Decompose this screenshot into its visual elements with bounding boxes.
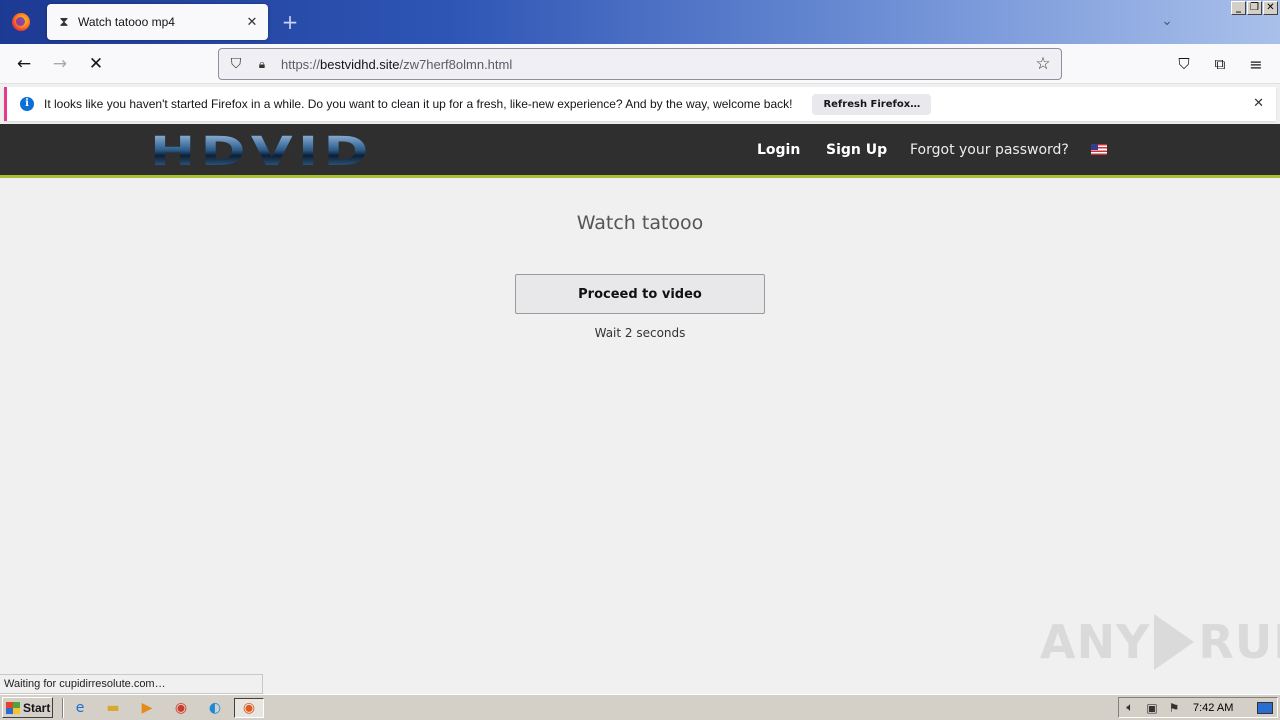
chevron-down-icon[interactable]: ⌄ — [1156, 10, 1178, 32]
wait-countdown: Wait 2 seconds — [594, 326, 686, 340]
play-icon — [1154, 614, 1195, 670]
restore-button[interactable]: ❐ — [1247, 1, 1262, 15]
window-controls: _ ❐ ✕ — [1231, 1, 1278, 15]
us-flag-icon[interactable] — [1091, 144, 1107, 155]
proceed-to-video-button[interactable]: Proceed to video — [515, 274, 765, 314]
tab-title: Watch tatooo mp4 — [78, 15, 175, 29]
star-icon[interactable]: ☆ — [1031, 54, 1055, 74]
login-link[interactable]: Login — [757, 124, 800, 175]
stop-icon[interactable]: ✕ — [82, 50, 110, 78]
network-icon[interactable]: ▣ — [1141, 701, 1163, 715]
url-path: /zw7herf8olmn.html — [399, 56, 513, 72]
site-header: HDVID Login Sign Up Forgot your password… — [0, 124, 1280, 178]
signup-link[interactable]: Sign Up — [826, 124, 887, 175]
navigation-toolbar: ← → ✕ ⛉ 🔒︎ https://bestvidhd.site/zw7her… — [0, 44, 1280, 84]
url-bar[interactable]: ⛉ 🔒︎ https://bestvidhd.site/zw7herf8olmn… — [218, 48, 1062, 80]
url-text[interactable]: https://bestvidhd.site/zw7herf8olmn.html — [281, 57, 1031, 72]
windows-logo-icon — [6, 701, 20, 714]
page-content: Watch tatooo Proceed to video Wait 2 sec… — [0, 181, 1280, 673]
taskbar-separator — [62, 698, 64, 718]
media-player-icon[interactable]: ▶ — [136, 698, 158, 718]
firefox-icon[interactable] — [0, 0, 42, 44]
hourglass-icon: ⧗ — [59, 14, 69, 30]
taskbar: Start e ▬ ▶ ◉ ◐ ◉ 🔈︎ ▣ ⚑ 7:42 AM — [0, 694, 1280, 720]
clock[interactable]: 7:42 AM — [1193, 702, 1233, 714]
anyrun-watermark: ANY RUN — [1040, 612, 1280, 672]
firefox-taskbar-icon[interactable]: ◉ — [234, 698, 264, 718]
show-desktop-icon[interactable] — [1257, 701, 1273, 714]
new-tab-icon[interactable]: + — [278, 8, 302, 36]
watermark-right: RUN — [1198, 615, 1280, 669]
site-logo[interactable]: HDVID — [150, 132, 374, 172]
watermark-left: ANY — [1040, 615, 1151, 669]
notification-message: It looks like you haven't started Firefo… — [44, 97, 793, 111]
extensions-icon[interactable]: ⧉ — [1206, 50, 1234, 78]
speaker-icon[interactable]: 🔈︎ — [1119, 700, 1141, 715]
refresh-firefox-button[interactable]: Refresh Firefox… — [812, 93, 932, 115]
url-scheme: https:// — [281, 56, 321, 72]
start-label: Start — [23, 700, 51, 715]
folder-icon[interactable]: ▬ — [102, 698, 124, 718]
url-host: bestvidhd.site — [320, 56, 400, 72]
shield-icon[interactable]: ⛉ — [227, 56, 245, 72]
hamburger-menu-icon[interactable]: ≡ — [1242, 50, 1270, 78]
close-window-button[interactable]: ✕ — [1263, 1, 1278, 15]
flag-icon[interactable]: ⚑ — [1163, 701, 1185, 715]
browser-titlebar: ⧗ Watch tatooo mp4 ✕ + ⌄ _ ❐ ✕ — [0, 0, 1280, 44]
back-arrow-icon[interactable]: ← — [10, 50, 38, 78]
browser-tab[interactable]: ⧗ Watch tatooo mp4 ✕ — [47, 4, 268, 40]
notification-bar: i It looks like you haven't started Fire… — [4, 87, 1276, 121]
pocket-icon[interactable]: ⛉ — [1170, 50, 1198, 78]
ie-icon[interactable]: e — [69, 698, 91, 718]
lock-icon[interactable]: 🔒︎ — [253, 57, 271, 72]
close-icon[interactable]: ✕ — [1253, 96, 1264, 111]
info-icon: i — [20, 97, 34, 111]
close-tab-icon[interactable]: ✕ — [240, 10, 264, 34]
system-tray: 🔈︎ ▣ ⚑ 7:42 AM — [1118, 697, 1278, 718]
page-title: Watch tatooo — [576, 212, 704, 234]
chrome-icon[interactable]: ◉ — [170, 698, 192, 718]
minimize-button[interactable]: _ — [1231, 1, 1246, 15]
edge-icon[interactable]: ◐ — [204, 698, 226, 718]
start-button[interactable]: Start — [2, 697, 53, 718]
status-bar: Waiting for cupidirresolute.com… — [0, 674, 263, 694]
forward-arrow-icon[interactable]: → — [46, 50, 74, 78]
forgot-password-link[interactable]: Forgot your password? — [910, 124, 1069, 175]
